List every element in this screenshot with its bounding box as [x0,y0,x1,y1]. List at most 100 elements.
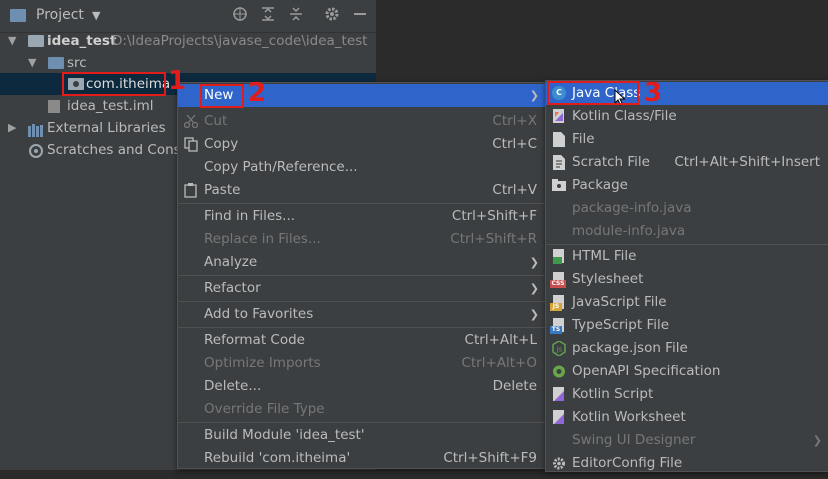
expand-all-icon[interactable] [258,6,278,26]
scratches-icon [28,143,44,166]
menu-item-find-in-files[interactable]: Find in Files... Ctrl+Shift+F [178,205,545,228]
menu-item-find-label: Find in Files... [204,208,296,224]
menu-item-kotlin-worksheet[interactable]: Kotlin Worksheet [546,406,828,429]
menu-item-javascript-file[interactable]: JS JavaScript File [546,291,828,314]
collapse-all-icon[interactable] [286,6,306,26]
menu-item-find-shortcut: Ctrl+Shift+F [451,208,537,224]
chevron-right-icon[interactable]: ▶ [8,117,16,139]
new-submenu: C Java Class Kotlin Class/File File Scra… [545,80,828,472]
menu-item-delete[interactable]: Delete... Delete [178,375,545,398]
menu-item-kotlin-class-label: Kotlin Class/File [572,108,677,124]
menu-item-openapi[interactable]: OpenAPI Specification [546,360,828,383]
scratch-file-icon [552,155,566,170]
menu-item-html-file[interactable]: HTML File [546,245,828,268]
menu-item-replace-shortcut: Ctrl+Shift+R [450,231,537,247]
src-folder-label: src [67,55,87,71]
menu-separator [178,275,545,276]
menu-item-scratch-file[interactable]: Scratch File Ctrl+Alt+Shift+Insert [546,151,828,174]
menu-item-refactor[interactable]: Refactor ❯ [178,277,545,300]
menu-item-rebuild-label: Rebuild 'com.itheima' [204,450,351,466]
menu-item-optimize-imports[interactable]: Optimize Imports Ctrl+Alt+O [178,352,545,375]
menu-item-openapi-label: OpenAPI Specification [572,363,721,379]
chevron-right-icon: ❯ [529,89,539,102]
menu-item-kotlin-script-label: Kotlin Script [572,386,654,402]
menu-item-kotlin-class[interactable]: Kotlin Class/File [546,105,828,128]
kotlin-worksheet-icon [552,410,566,425]
menu-item-delete-label: Delete... [204,378,262,394]
menu-item-html-label: HTML File [572,248,637,264]
menu-item-build-module[interactable]: Build Module 'idea_test' [178,424,545,447]
tree-row-root[interactable]: ▼ idea_test D:\IdeaProjects\javase_code\… [0,30,376,52]
gear-icon[interactable] [322,6,342,26]
menu-item-typescript-file[interactable]: TS TypeScript File [546,314,828,337]
chevron-right-icon: ❯ [529,282,539,295]
menu-item-reformat-code[interactable]: Reformat Code Ctrl+Alt+L [178,329,545,352]
menu-item-paste[interactable]: Paste Ctrl+V [178,179,545,202]
tree-row-src[interactable]: ▼ src [0,52,376,74]
menu-item-replace-in-files[interactable]: Replace in Files... Ctrl+Shift+R [178,228,545,251]
menu-item-package-label: Package [572,177,628,193]
package-icon [552,178,566,193]
js-badge: JS [550,303,562,311]
target-icon[interactable] [230,6,250,26]
chevron-down-icon[interactable]: ▼ [8,30,16,52]
copy-icon [184,137,198,152]
ts-badge: TS [550,326,562,334]
menu-item-rebuild-shortcut: Ctrl+Shift+F9 [443,450,537,466]
openapi-icon [552,364,566,379]
menu-item-editorconfig[interactable]: EditorConfig File [546,452,828,475]
menu-item-analyze-label: Analyze [204,254,258,270]
menu-item-copy[interactable]: Copy Ctrl+C [178,133,545,156]
menu-item-rebuild[interactable]: Rebuild 'com.itheima' Ctrl+Shift+F9 [178,447,545,470]
menu-item-copy-label: Copy [204,136,239,152]
menu-item-package[interactable]: Package [546,174,828,197]
menu-item-package-json[interactable]: js package.json File [546,337,828,360]
annotation-box-package [62,72,166,96]
menu-item-package-info[interactable]: package-info.java [546,197,828,220]
menu-item-package-json-label: package.json File [572,340,688,356]
menu-item-cut[interactable]: Cut Ctrl+X [178,110,545,133]
menu-item-copy-shortcut: Ctrl+C [492,136,537,152]
menu-item-paste-shortcut: Ctrl+V [492,182,537,198]
menu-item-reformat-label: Reformat Code [204,332,305,348]
menu-item-cut-label: Cut [204,113,228,129]
svg-text:js: js [556,346,563,354]
module-folder-icon [28,35,44,47]
menu-item-override-file-type[interactable]: Override File Type [178,398,545,421]
project-panel-header: Project ▼ [0,0,376,33]
chevron-right-icon: ❯ [529,256,539,269]
menu-item-editorconfig-label: EditorConfig File [572,455,683,471]
css-badge: CSS [550,280,566,288]
context-menu: New ❯ Cut Ctrl+X Copy Ctrl+C Copy Path/R… [177,82,546,469]
menu-item-reformat-shortcut: Ctrl+Alt+L [464,332,537,348]
menu-item-file[interactable]: File [546,128,828,151]
annotation-number-1: 1 [168,66,187,96]
file-icon [552,132,566,147]
chevron-down-icon[interactable]: ▼ [28,52,36,74]
menu-item-add-to-favorites[interactable]: Add to Favorites ❯ [178,303,545,326]
menu-item-module-info[interactable]: module-info.java [546,220,828,243]
menu-separator [178,422,545,423]
root-module-path: D:\IdeaProjects\javase_code\idea_test [112,33,368,49]
minimize-icon[interactable] [350,6,370,26]
menu-item-swing-ui-designer[interactable]: Swing UI Designer ❯ [546,429,828,452]
menu-item-copy-path-label: Copy Path/Reference... [204,159,358,175]
menu-item-delete-shortcut: Delete [492,378,537,394]
gear-icon [552,456,566,471]
menu-item-kotlin-worksheet-label: Kotlin Worksheet [572,409,686,425]
menu-item-kotlin-script[interactable]: Kotlin Script [546,383,828,406]
html-file-icon [552,249,566,264]
menu-item-package-info-label: package-info.java [572,200,692,216]
project-view-title[interactable]: Project [36,7,84,23]
annotation-box-new [200,84,244,108]
menu-item-copy-path[interactable]: Copy Path/Reference... [178,156,545,179]
menu-item-scratch-shortcut: Ctrl+Alt+Shift+Insert [674,154,820,170]
menu-item-analyze[interactable]: Analyze ❯ [178,251,545,274]
menu-item-cut-shortcut: Ctrl+X [492,113,537,129]
menu-separator [178,301,545,302]
annotation-number-2: 2 [248,78,267,108]
file-icon [48,100,60,113]
chevron-down-icon[interactable]: ▼ [92,9,100,22]
menu-item-stylesheet[interactable]: CSS Stylesheet [546,268,828,291]
chevron-right-icon: ❯ [812,434,822,447]
